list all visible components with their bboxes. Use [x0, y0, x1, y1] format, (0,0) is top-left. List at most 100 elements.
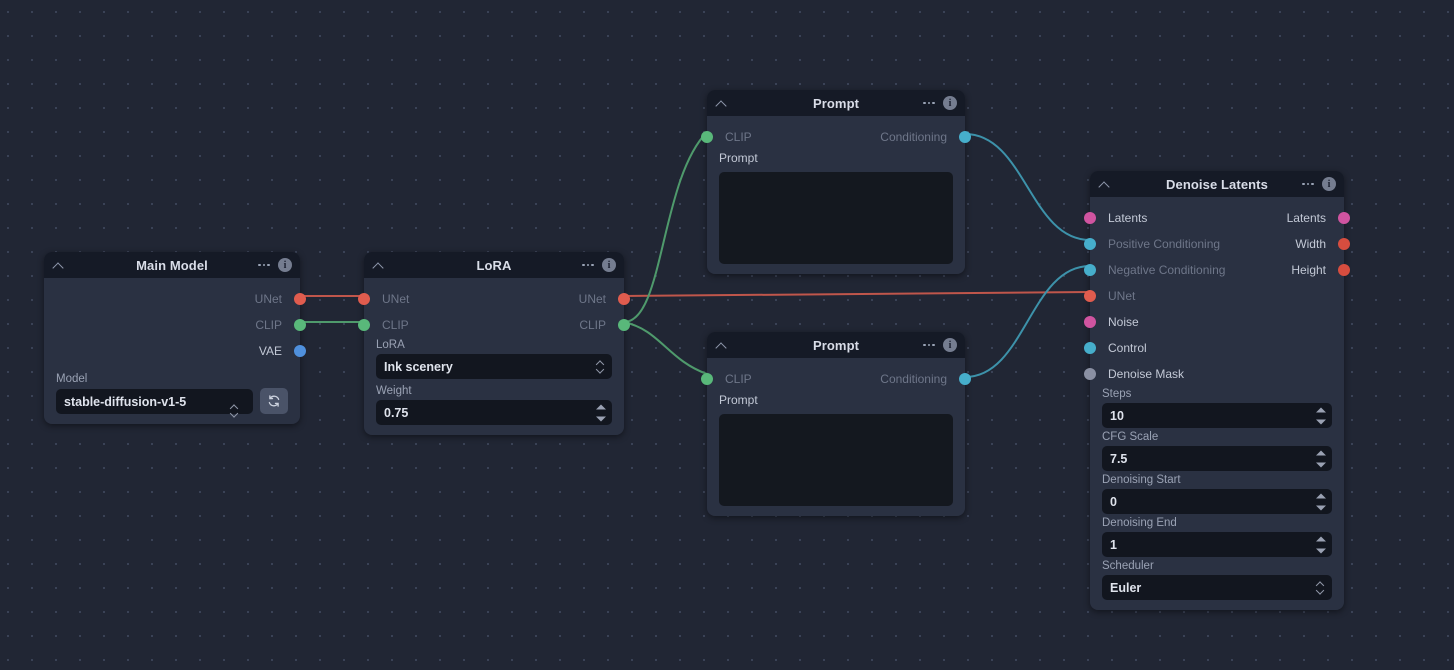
socket-dot-prompt[interactable]: [701, 228, 713, 240]
node-lora[interactable]: LoRA i UNet UNet CLIP CLIP LoRA Ink scen…: [358, 252, 630, 435]
ellipsis-icon[interactable]: [581, 261, 595, 270]
field-label: LoRA: [376, 339, 405, 351]
chevron-up-icon[interactable]: [1098, 177, 1112, 191]
socket-row-output-clip[interactable]: CLIP: [44, 312, 306, 338]
socket-label: Width: [1295, 237, 1326, 251]
socket-dot-noise[interactable]: [1084, 316, 1096, 328]
scheduler-select[interactable]: Euler: [1102, 575, 1332, 600]
node-body-denoise-latents: Latents Latents Positive Conditioning Wi…: [1084, 197, 1350, 610]
ellipsis-icon[interactable]: [922, 99, 936, 108]
info-icon[interactable]: i: [1322, 177, 1336, 191]
info-icon[interactable]: i: [943, 338, 957, 352]
socket-label: CLIP: [725, 130, 752, 144]
socket-row-input-denoise-mask[interactable]: Denoise Mask: [1084, 361, 1344, 387]
steps-number-input[interactable]: 10: [1102, 403, 1332, 428]
socket-dot-clip[interactable]: [701, 373, 713, 385]
socket-dot-clip[interactable]: [358, 319, 370, 331]
socket-dot-cfg-scale[interactable]: [1084, 453, 1096, 465]
stepper-icon[interactable]: [596, 404, 606, 421]
socket-dot-clip-out[interactable]: [618, 319, 630, 331]
socket-label: Negative Conditioning: [1108, 263, 1226, 277]
chevron-up-icon[interactable]: [715, 338, 729, 352]
socket-dot-prompt[interactable]: [701, 470, 713, 482]
stepper-icon[interactable]: [1316, 493, 1326, 510]
socket-row-output-unet[interactable]: UNet: [44, 286, 306, 312]
node-denoise-latents[interactable]: Denoise Latents i Latents Latents Positi…: [1084, 171, 1350, 610]
prompt-textarea[interactable]: [719, 414, 953, 506]
prompt-textarea[interactable]: [719, 172, 953, 264]
node-main-model[interactable]: Main Model i UNet CLIP VAE Model stable-…: [44, 252, 306, 424]
socket-dot-clip[interactable]: [701, 131, 713, 143]
info-icon[interactable]: i: [278, 258, 292, 272]
socket-row-input-unet[interactable]: UNet UNet: [358, 286, 630, 312]
socket-dot-unet[interactable]: [358, 293, 370, 305]
socket-dot-conditioning[interactable]: [959, 131, 971, 143]
stepper-icon[interactable]: [1316, 450, 1326, 467]
socket-row-input-latents[interactable]: Latents Latents: [1084, 205, 1350, 231]
wire-lora-unet-to-denoise: [623, 291, 1091, 297]
node-header-prompt-positive[interactable]: Prompt i: [707, 90, 965, 116]
info-icon[interactable]: i: [943, 96, 957, 110]
field-label: Weight: [376, 385, 412, 397]
ellipsis-icon[interactable]: [922, 341, 936, 350]
weight-number-input[interactable]: 0.75: [376, 400, 612, 425]
socket-dot-weight[interactable]: [358, 428, 370, 440]
socket-row-output-vae[interactable]: VAE: [44, 338, 306, 364]
socket-label: Conditioning: [880, 130, 947, 144]
socket-dot-vae[interactable]: [294, 345, 306, 357]
field-label: CFG Scale: [1102, 431, 1159, 443]
socket-label: Height: [1291, 263, 1326, 277]
refresh-icon[interactable]: [260, 388, 288, 414]
cfg-scale-number-input[interactable]: 7.5: [1102, 446, 1332, 471]
chevron-up-icon[interactable]: [715, 96, 729, 110]
socket-dot-width-out[interactable]: [1338, 238, 1350, 250]
node-header-main-model[interactable]: Main Model i: [44, 252, 300, 278]
socket-dot-conditioning[interactable]: [959, 373, 971, 385]
socket-label: Latents: [1108, 211, 1148, 225]
denoising-start-number-input[interactable]: 0: [1102, 489, 1332, 514]
socket-row-input-clip[interactable]: CLIP CLIP: [358, 312, 630, 338]
node-prompt-negative[interactable]: Prompt i CLIP Conditioning Prompt: [701, 332, 971, 516]
socket-dot-positive-conditioning[interactable]: [1084, 238, 1096, 250]
socket-dot-clip[interactable]: [294, 319, 306, 331]
socket-row-input-noise[interactable]: Noise: [1084, 309, 1344, 335]
node-header-denoise-latents[interactable]: Denoise Latents i: [1090, 171, 1344, 197]
socket-dot-unet[interactable]: [294, 293, 306, 305]
chevron-up-icon[interactable]: [372, 258, 386, 272]
socket-dot-unet[interactable]: [1084, 290, 1096, 302]
socket-dot-denoising-end[interactable]: [1084, 539, 1096, 551]
socket-dot-control[interactable]: [1084, 342, 1096, 354]
socket-dot-scheduler[interactable]: [1084, 582, 1096, 594]
field-prompt: Prompt: [707, 392, 965, 414]
ellipsis-icon[interactable]: [257, 261, 271, 270]
lora-select[interactable]: Ink scenery: [376, 354, 612, 379]
info-icon[interactable]: i: [602, 258, 616, 272]
node-header-prompt-negative[interactable]: Prompt i: [707, 332, 965, 358]
wire-prompt-negative-to-denoise: [964, 265, 1091, 378]
node-graph-canvas[interactable]: Main Model i UNet CLIP VAE Model stable-…: [0, 0, 1454, 670]
socket-row-input-control[interactable]: Control: [1084, 335, 1344, 361]
ellipsis-icon[interactable]: [1301, 180, 1315, 189]
node-header-lora[interactable]: LoRA i: [364, 252, 624, 278]
socket-dot-latents-out[interactable]: [1338, 212, 1350, 224]
socket-row-input-clip[interactable]: CLIP Conditioning: [701, 366, 971, 392]
socket-row-input-unet[interactable]: UNet: [1084, 283, 1344, 309]
node-prompt-positive[interactable]: Prompt i CLIP Conditioning Prompt: [701, 90, 971, 274]
denoising-end-number-input[interactable]: 1: [1102, 532, 1332, 557]
socket-row-input-positive-conditioning[interactable]: Positive Conditioning Width: [1084, 231, 1350, 257]
wire-lora-clip-to-prompt-negative: [623, 321, 708, 375]
socket-dot-denoising-start[interactable]: [1084, 496, 1096, 508]
stepper-icon[interactable]: [1316, 536, 1326, 553]
socket-dot-steps[interactable]: [1084, 409, 1096, 421]
stepper-icon[interactable]: [1316, 407, 1326, 424]
socket-dot-unet-out[interactable]: [618, 293, 630, 305]
node-body-lora: UNet UNet CLIP CLIP LoRA Ink scenery Wei…: [358, 278, 630, 435]
socket-dot-negative-conditioning[interactable]: [1084, 264, 1096, 276]
socket-row-input-negative-conditioning[interactable]: Negative Conditioning Height: [1084, 257, 1350, 283]
socket-row-input-clip[interactable]: CLIP Conditioning: [701, 124, 971, 150]
model-select[interactable]: stable-diffusion-v1-5: [56, 389, 253, 414]
chevron-up-icon[interactable]: [52, 258, 66, 272]
socket-dot-denoise-mask[interactable]: [1084, 368, 1096, 380]
socket-dot-latents[interactable]: [1084, 212, 1096, 224]
socket-dot-height-out[interactable]: [1338, 264, 1350, 276]
